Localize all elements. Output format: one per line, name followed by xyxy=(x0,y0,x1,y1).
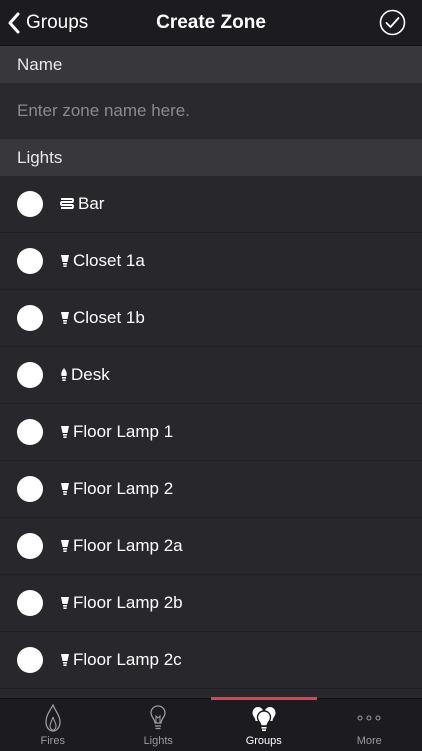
light-row-bar[interactable]: Bar xyxy=(0,176,422,233)
light-name: Bar xyxy=(78,194,104,214)
spot-bulb-icon xyxy=(60,537,70,555)
tab-more[interactable]: More xyxy=(317,699,422,751)
select-toggle[interactable] xyxy=(17,191,43,217)
light-row-floor-lamp-2b[interactable]: Floor Lamp 2b xyxy=(0,575,422,632)
light-name: Floor Lamp 2b xyxy=(73,593,183,613)
bulb-group-icon xyxy=(251,704,277,732)
page-title: Create Zone xyxy=(0,12,422,34)
light-row-floor-lamp-2c[interactable]: Floor Lamp 2c xyxy=(0,632,422,689)
tab-lights[interactable]: Lights xyxy=(106,699,212,751)
tab-lights-label: Lights xyxy=(144,735,173,747)
name-section-title: Name xyxy=(17,55,62,75)
tab-fires-label: Fires xyxy=(41,735,65,747)
zone-name-input[interactable] xyxy=(17,83,397,138)
light-row-closet-1b[interactable]: Closet 1b xyxy=(0,290,422,347)
flame-icon xyxy=(44,704,62,732)
light-row-closet-1a[interactable]: Closet 1a xyxy=(0,233,422,290)
tab-groups[interactable]: Groups xyxy=(211,699,317,751)
lights-section-title: Lights xyxy=(17,148,62,168)
zone-name-field[interactable] xyxy=(0,83,422,138)
lights-section-header: Lights xyxy=(0,139,422,176)
select-toggle[interactable] xyxy=(17,362,43,388)
light-row-floor-lamp-1[interactable]: Floor Lamp 1 xyxy=(0,404,422,461)
light-name: Floor Lamp 2a xyxy=(73,536,183,556)
bulb-icon xyxy=(149,704,167,732)
light-row-floor-lamp-2[interactable]: Floor Lamp 2 xyxy=(0,461,422,518)
select-toggle[interactable] xyxy=(17,533,43,559)
spot-bulb-icon xyxy=(60,480,70,498)
light-row-floor-lamp-2a[interactable]: Floor Lamp 2a xyxy=(0,518,422,575)
checkmark-circle-icon[interactable] xyxy=(379,9,406,36)
select-toggle[interactable] xyxy=(17,476,43,502)
light-name: Floor Lamp 2c xyxy=(73,650,182,670)
navigation-bar: Groups Create Zone xyxy=(0,0,422,46)
spot-bulb-icon xyxy=(60,594,70,612)
light-row-desk[interactable]: Desk xyxy=(0,347,422,404)
spot-bulb-icon xyxy=(60,423,70,441)
light-name: Floor Lamp 2 xyxy=(73,479,173,499)
light-name: Closet 1b xyxy=(73,308,145,328)
select-toggle[interactable] xyxy=(17,419,43,445)
spot-bulb-icon xyxy=(60,651,70,669)
select-toggle[interactable] xyxy=(17,590,43,616)
light-name: Desk xyxy=(71,365,110,385)
more-dots-icon xyxy=(357,704,381,732)
light-name: Closet 1a xyxy=(73,251,145,271)
select-toggle[interactable] xyxy=(17,647,43,673)
candle-bulb-icon xyxy=(59,366,69,384)
name-section-header: Name xyxy=(0,46,422,83)
lights-list: Bar Closet 1a Closet 1b Desk Floor Lamp … xyxy=(0,176,422,698)
select-toggle[interactable] xyxy=(17,305,43,331)
tab-fires[interactable]: Fires xyxy=(0,699,106,751)
spot-bulb-icon xyxy=(60,252,70,270)
spot-bulb-icon xyxy=(60,309,70,327)
select-toggle[interactable] xyxy=(17,248,43,274)
tab-more-label: More xyxy=(357,735,382,747)
light-name: Floor Lamp 1 xyxy=(73,422,173,442)
tab-groups-label: Groups xyxy=(246,735,282,747)
tab-bar: Fires Lights Groups xyxy=(0,698,422,751)
lightstrip-icon xyxy=(60,195,74,213)
